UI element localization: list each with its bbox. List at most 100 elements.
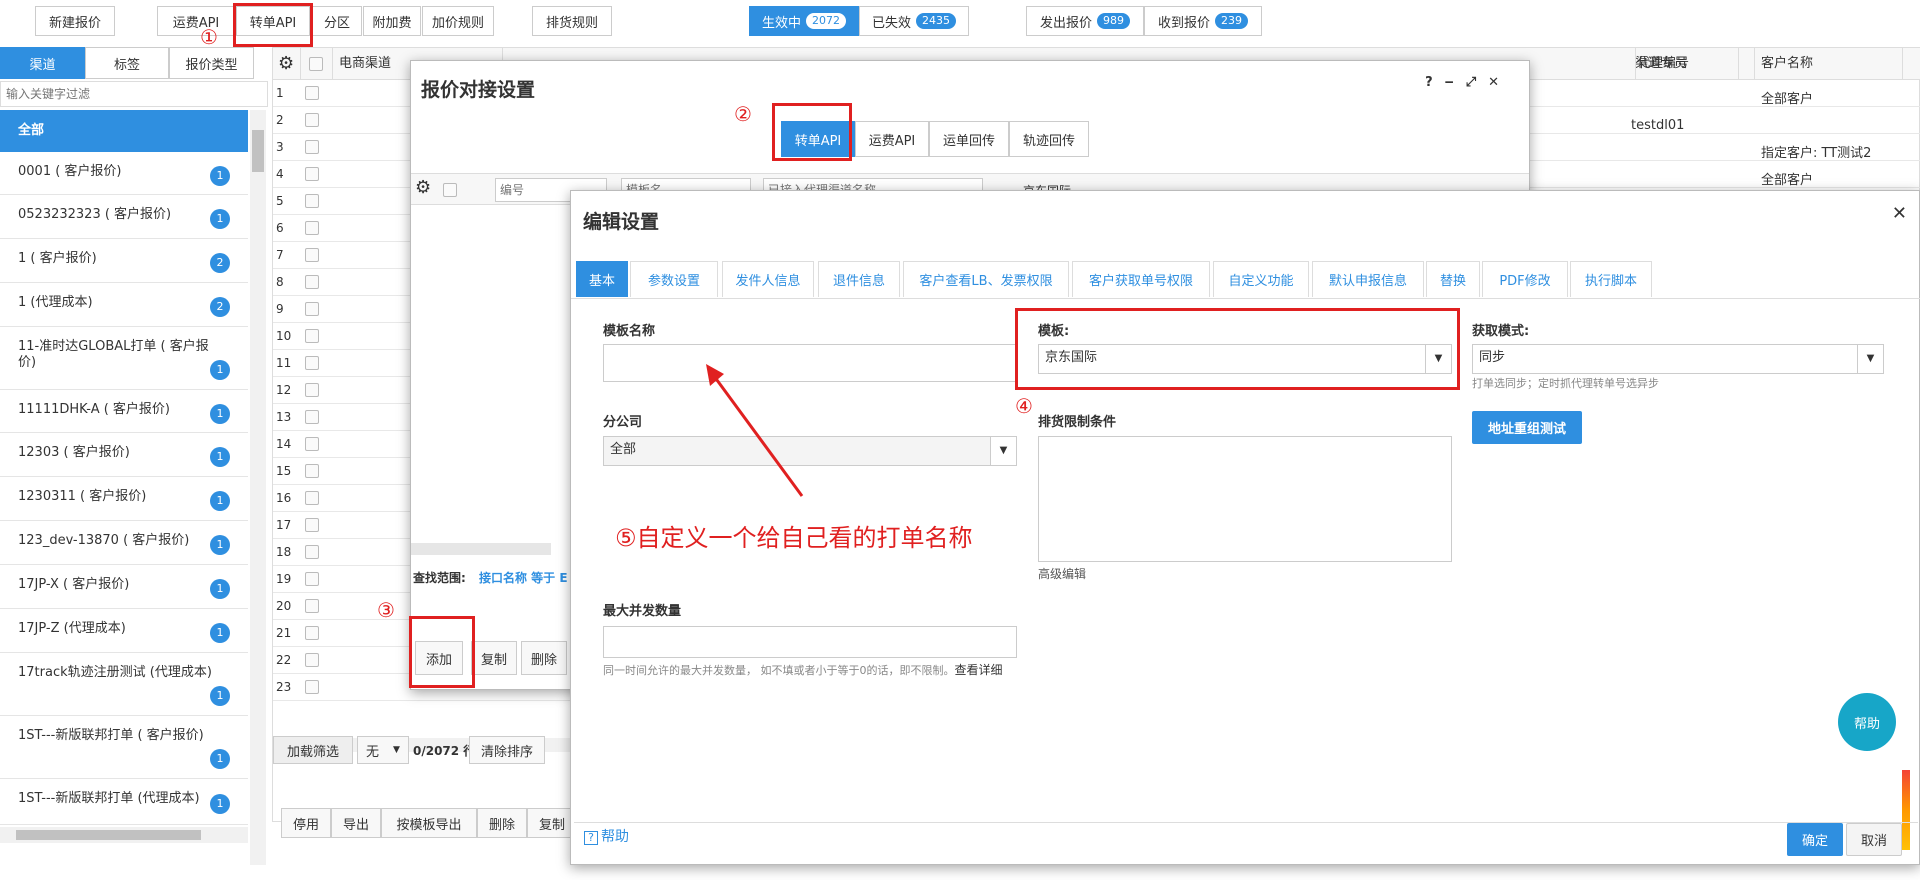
modal2-tab[interactable]: PDF修改	[1482, 261, 1568, 297]
modal1-tab-freight-api[interactable]: 运费API	[855, 121, 929, 157]
modal1-settings-icon[interactable]: ⚙	[415, 177, 431, 198]
modal1-add-button[interactable]: 添加	[415, 641, 463, 675]
template-select[interactable]: 京东国际 ▼	[1038, 344, 1452, 374]
freight-api-button[interactable]: 运费API	[157, 6, 235, 36]
disable-button[interactable]: 停用	[281, 808, 331, 838]
modal2-tab[interactable]: 自定义功能	[1213, 261, 1309, 297]
delete-button[interactable]: 删除	[477, 808, 527, 838]
sidebar-item[interactable]: 1ST---新版联邦打单 ( 客户报价) 1	[0, 716, 248, 779]
modal2-close-icon[interactable]: ✕	[1892, 203, 1907, 224]
cancel-button[interactable]: 取消	[1846, 823, 1902, 856]
sidebar-item[interactable]: 17JP-Z (代理成本) 1	[0, 609, 248, 653]
row-checkbox[interactable]	[305, 653, 319, 667]
help-float-button[interactable]: 帮助	[1838, 693, 1896, 751]
modal1-hscrollbar[interactable]	[411, 543, 551, 555]
row-checkbox[interactable]	[305, 275, 319, 289]
row-checkbox[interactable]	[305, 410, 319, 424]
row-checkbox[interactable]	[305, 356, 319, 370]
transfer-api-button[interactable]: 转单API	[236, 6, 310, 36]
modal2-tab[interactable]: 客户查看LB、发票权限	[903, 261, 1069, 297]
grid-select-all-checkbox[interactable]	[309, 57, 323, 71]
ship-rule-button[interactable]: 排货规则	[532, 6, 612, 36]
row-checkbox[interactable]	[305, 491, 319, 505]
row-checkbox[interactable]	[305, 680, 319, 694]
sidebar-item[interactable]: 1230311 ( 客户报价) 1	[0, 477, 248, 521]
row-checkbox[interactable]	[305, 518, 319, 532]
received-quote-tab[interactable]: 收到报价 239	[1144, 6, 1262, 36]
modal2-tab[interactable]: 默认申报信息	[1312, 261, 1424, 297]
modal1-tab-track-return[interactable]: 轨迹回传	[1009, 121, 1089, 157]
sidebar-item[interactable]: 17JP-X ( 客户报价) 1	[0, 565, 248, 609]
row-checkbox[interactable]	[305, 572, 319, 586]
export-by-template-button[interactable]: 按模板导出	[381, 808, 477, 838]
row-checkbox[interactable]	[305, 140, 319, 154]
modal1-search-value[interactable]: 接口名称 等于 E	[479, 569, 568, 586]
sidebar-item[interactable]: 11-准时达GLOBAL打单 ( 客户报价) 1	[0, 327, 248, 390]
sidebar-item[interactable]: 17track轨迹注册测试 (代理成本) 1	[0, 653, 248, 716]
row-checkbox[interactable]	[305, 437, 319, 451]
row-checkbox[interactable]	[305, 167, 319, 181]
row-checkbox[interactable]	[305, 329, 319, 343]
sidebar-tab-quote-type[interactable]: 报价类型	[169, 47, 254, 79]
row-checkbox[interactable]	[305, 626, 319, 640]
surcharge-button[interactable]: 附加费	[363, 6, 421, 36]
row-checkbox[interactable]	[305, 302, 319, 316]
row-checkbox[interactable]	[305, 383, 319, 397]
sidebar-item[interactable]: 1 (代理成本) 2	[0, 283, 248, 327]
sent-quote-tab[interactable]: 发出报价 989	[1026, 6, 1144, 36]
sidebar-item[interactable]: 12303 ( 客户报价) 1	[0, 433, 248, 477]
modal1-window-controls[interactable]: ?‒⤢✕	[1425, 75, 1511, 90]
sidebar-item[interactable]: 0523232323 ( 客户报价) 1	[0, 195, 248, 239]
modal1-tab-transfer-api[interactable]: 转单API	[781, 121, 855, 157]
zone-button[interactable]: 分区	[312, 6, 362, 36]
sidebar-item[interactable]: 0001 ( 客户报价) 1	[0, 152, 248, 195]
modal1-copy-button[interactable]: 复制	[471, 641, 517, 675]
price-rule-button[interactable]: 加价规则	[422, 6, 494, 36]
sidebar-scrollbar[interactable]	[250, 110, 266, 865]
expired-tab[interactable]: 已失效 2435	[859, 6, 969, 36]
filter-select[interactable]: 无 ▼	[357, 736, 409, 764]
modal2-tab[interactable]: 退件信息	[818, 261, 900, 297]
row-checkbox[interactable]	[305, 113, 319, 127]
address-test-button[interactable]: 地址重组测试	[1472, 411, 1582, 444]
modal2-tab[interactable]: 客户获取单号权限	[1072, 261, 1210, 297]
sidebar-tab-channel[interactable]: 渠道	[0, 47, 85, 79]
modal1-select-all-checkbox[interactable]	[443, 183, 457, 197]
col-agent-no[interactable]: 代理编号	[1631, 48, 1755, 80]
row-checkbox[interactable]	[305, 194, 319, 208]
sidebar-filter-input[interactable]	[0, 81, 268, 107]
sidebar-item[interactable]: 123_dev-13870 ( 客户报价) 1	[0, 521, 248, 565]
load-filter-button[interactable]: 加载筛选	[273, 736, 353, 764]
active-tab[interactable]: 生效中 2072	[749, 6, 859, 36]
row-checkbox[interactable]	[305, 86, 319, 100]
sidebar-item[interactable]: 11111DHK-A ( 客户报价) 1	[0, 390, 248, 433]
export-button[interactable]: 导出	[331, 808, 381, 838]
grid-settings-icon[interactable]: ⚙	[273, 48, 301, 80]
mode-select[interactable]: 同步 ▼	[1472, 344, 1884, 374]
new-quote-button[interactable]: 新建报价	[35, 6, 115, 36]
modal2-tab[interactable]: 发件人信息	[722, 261, 814, 297]
view-detail-link[interactable]: 查看详细	[955, 663, 1003, 677]
ship-limit-textarea[interactable]	[1038, 436, 1452, 562]
row-checkbox[interactable]	[305, 545, 319, 559]
modal2-tab[interactable]: 基本	[576, 261, 628, 297]
sidebar-hscrollbar[interactable]	[0, 827, 248, 843]
advanced-edit-link[interactable]: 高级编辑	[1038, 565, 1086, 582]
modal2-tab[interactable]: 执行脚本	[1570, 261, 1652, 297]
modal2-tab[interactable]: 参数设置	[630, 261, 718, 297]
row-checkbox[interactable]	[305, 248, 319, 262]
modal1-delete-button[interactable]: 删除	[521, 641, 567, 675]
sidebar-item-all[interactable]: 全部	[0, 110, 248, 152]
max-concurrency-input[interactable]	[603, 626, 1017, 658]
confirm-button[interactable]: 确定	[1787, 823, 1843, 856]
sidebar-item[interactable]: 1ST---新版联邦打单 (代理成本) 1	[0, 779, 248, 825]
row-checkbox[interactable]	[305, 599, 319, 613]
modal2-help-link[interactable]: ? 帮助	[584, 826, 629, 846]
sidebar-item[interactable]: 1 ( 客户报价) 2	[0, 239, 248, 283]
col-customer-name[interactable]: 客户名称	[1755, 48, 1903, 80]
modal2-tab[interactable]: 替换	[1426, 261, 1480, 297]
clear-sort-button[interactable]: 清除排序	[469, 736, 545, 764]
sidebar-tab-tag[interactable]: 标签	[85, 47, 169, 79]
row-checkbox[interactable]	[305, 221, 319, 235]
modal1-tab-waybill-return[interactable]: 运单回传	[929, 121, 1009, 157]
